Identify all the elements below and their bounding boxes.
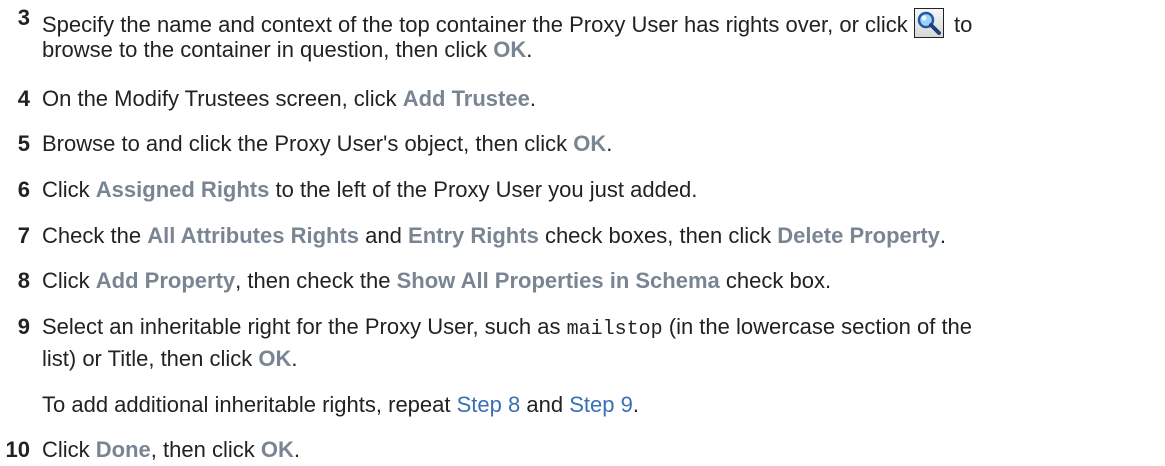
step-text: to <box>954 12 973 37</box>
step-text: to the left of the Proxy User you just a… <box>275 177 698 202</box>
step-text: (in the lowercase section of the <box>668 314 973 339</box>
note-text: . <box>632 392 639 417</box>
step-number: 9 <box>17 314 30 339</box>
step-text: , then click <box>150 437 255 462</box>
step-text: . <box>293 437 300 462</box>
step-text: Click <box>42 437 90 462</box>
step-text: and <box>365 223 402 248</box>
note-text: To add additional inheritable rights, re… <box>42 392 451 417</box>
step-text: Check the <box>42 223 142 248</box>
step-text: Browse to and click the Proxy User's obj… <box>42 131 568 156</box>
search-button[interactable] <box>913 8 944 38</box>
step-number: 3 <box>17 5 30 30</box>
step-number: 7 <box>17 223 30 248</box>
link-step-8[interactable]: Step 8 <box>457 392 521 417</box>
ui-label-add-property: Add Property <box>95 268 236 293</box>
step-number: 4 <box>17 86 30 111</box>
ui-label-all-attributes-rights: All Attributes Rights <box>147 223 360 248</box>
step-text: , then check the <box>235 268 391 293</box>
ui-label-add-trustee: Add Trustee <box>402 86 530 111</box>
ui-label-assigned-rights: Assigned Rights <box>95 177 270 202</box>
magnifier-search-icon <box>917 11 941 35</box>
step-text: . <box>529 86 536 111</box>
ui-label-show-all-properties: Show All Properties in Schema <box>396 268 720 293</box>
step-text: Click <box>42 268 90 293</box>
step-number: 6 <box>17 177 30 202</box>
step-text: . <box>526 37 533 62</box>
step-text: . <box>291 346 298 371</box>
ui-label-ok: OK <box>260 437 294 462</box>
step-text: . <box>939 223 947 248</box>
ui-label-ok: OK <box>573 131 607 156</box>
ui-label-delete-property: Delete Property <box>777 223 940 248</box>
step-text: check boxes, then click <box>544 223 772 248</box>
ui-label-entry-rights: Entry Rights <box>408 223 539 248</box>
ui-label-ok: OK <box>493 37 527 62</box>
step-number: 5 <box>17 131 30 156</box>
ui-label-done: Done <box>95 437 151 462</box>
ui-label-ok: OK <box>258 346 292 371</box>
step-number: 10 <box>5 437 30 462</box>
step-text: On the Modify Trustees screen, click <box>42 86 397 111</box>
step-text: check box. <box>725 268 832 293</box>
step-text: browse to the container in question, the… <box>42 37 488 62</box>
step-text: Click <box>42 177 90 202</box>
code-mailstop: mailstop <box>566 318 663 341</box>
step-text: Select an inheritable right for the Prox… <box>42 314 561 339</box>
step-number: 8 <box>17 268 30 293</box>
link-step-9[interactable]: Step 9 <box>569 392 633 417</box>
step-text: list) or Title, then click <box>42 346 253 371</box>
note-text: and <box>526 392 564 417</box>
step-text: . <box>606 131 613 156</box>
